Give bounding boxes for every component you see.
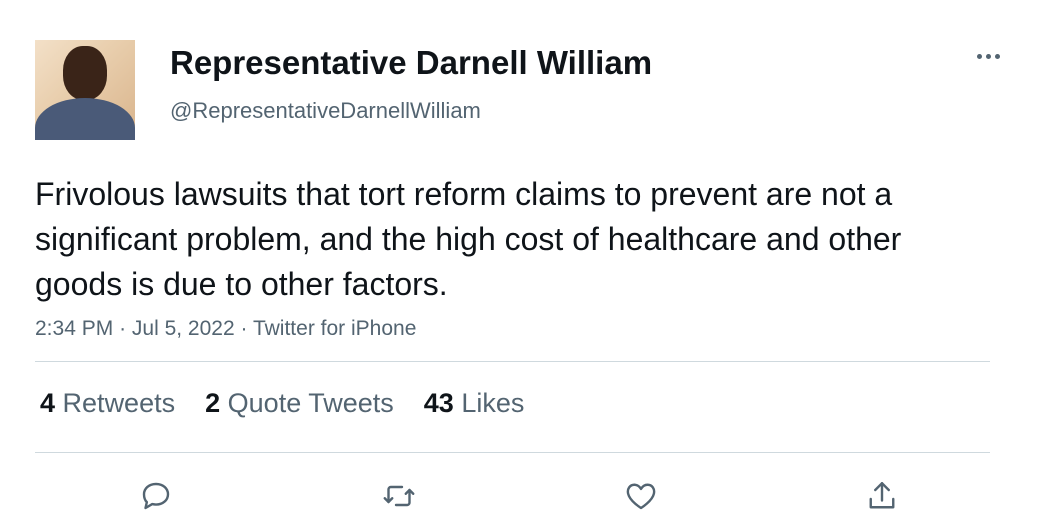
avatar[interactable] xyxy=(35,40,135,140)
engagement-stats: 4 Retweets 2 Quote Tweets 43 Likes xyxy=(40,388,524,419)
retweet-button[interactable] xyxy=(379,476,419,516)
more-dot-icon xyxy=(985,53,991,59)
stat-retweets[interactable]: 4 Retweets xyxy=(40,388,175,419)
stat-count: 43 xyxy=(423,388,454,418)
avatar-head-shape xyxy=(63,46,107,100)
stat-quote-tweets[interactable]: 2 Quote Tweets xyxy=(205,388,394,419)
more-dot-icon xyxy=(976,53,982,59)
stat-label: Quote Tweets xyxy=(227,388,394,418)
divider xyxy=(35,452,990,453)
tweet-meta: 2:34 PM · Jul 5, 2022 · Twitter for iPho… xyxy=(35,317,416,341)
stat-label: Retweets xyxy=(62,388,176,418)
divider xyxy=(35,361,990,362)
meta-separator: · xyxy=(119,317,127,340)
avatar-body-shape xyxy=(35,98,135,140)
author-name[interactable]: Representative Darnell William xyxy=(170,44,652,82)
stat-count: 4 xyxy=(40,388,56,418)
like-button[interactable] xyxy=(621,476,661,516)
meta-separator: · xyxy=(240,317,248,340)
share-button[interactable] xyxy=(862,476,902,516)
more-options-button[interactable] xyxy=(970,42,1006,70)
tweet-source[interactable]: Twitter for iPhone xyxy=(253,317,416,340)
reply-button[interactable] xyxy=(136,476,176,516)
share-icon xyxy=(869,482,895,509)
author-handle[interactable]: @RepresentativeDarnellWilliam xyxy=(170,98,481,124)
tweet-date[interactable]: Jul 5, 2022 xyxy=(132,317,235,340)
more-dot-icon xyxy=(994,53,1000,59)
tweet-time[interactable]: 2:34 PM xyxy=(35,317,113,340)
reply-icon xyxy=(142,482,170,510)
stat-count: 2 xyxy=(205,388,221,418)
retweet-icon xyxy=(383,485,415,507)
heart-icon xyxy=(626,483,656,510)
stat-likes[interactable]: 43 Likes xyxy=(424,388,525,419)
tweet-text: Frivolous lawsuits that tort reform clai… xyxy=(35,176,902,302)
stat-label: Likes xyxy=(461,388,525,418)
